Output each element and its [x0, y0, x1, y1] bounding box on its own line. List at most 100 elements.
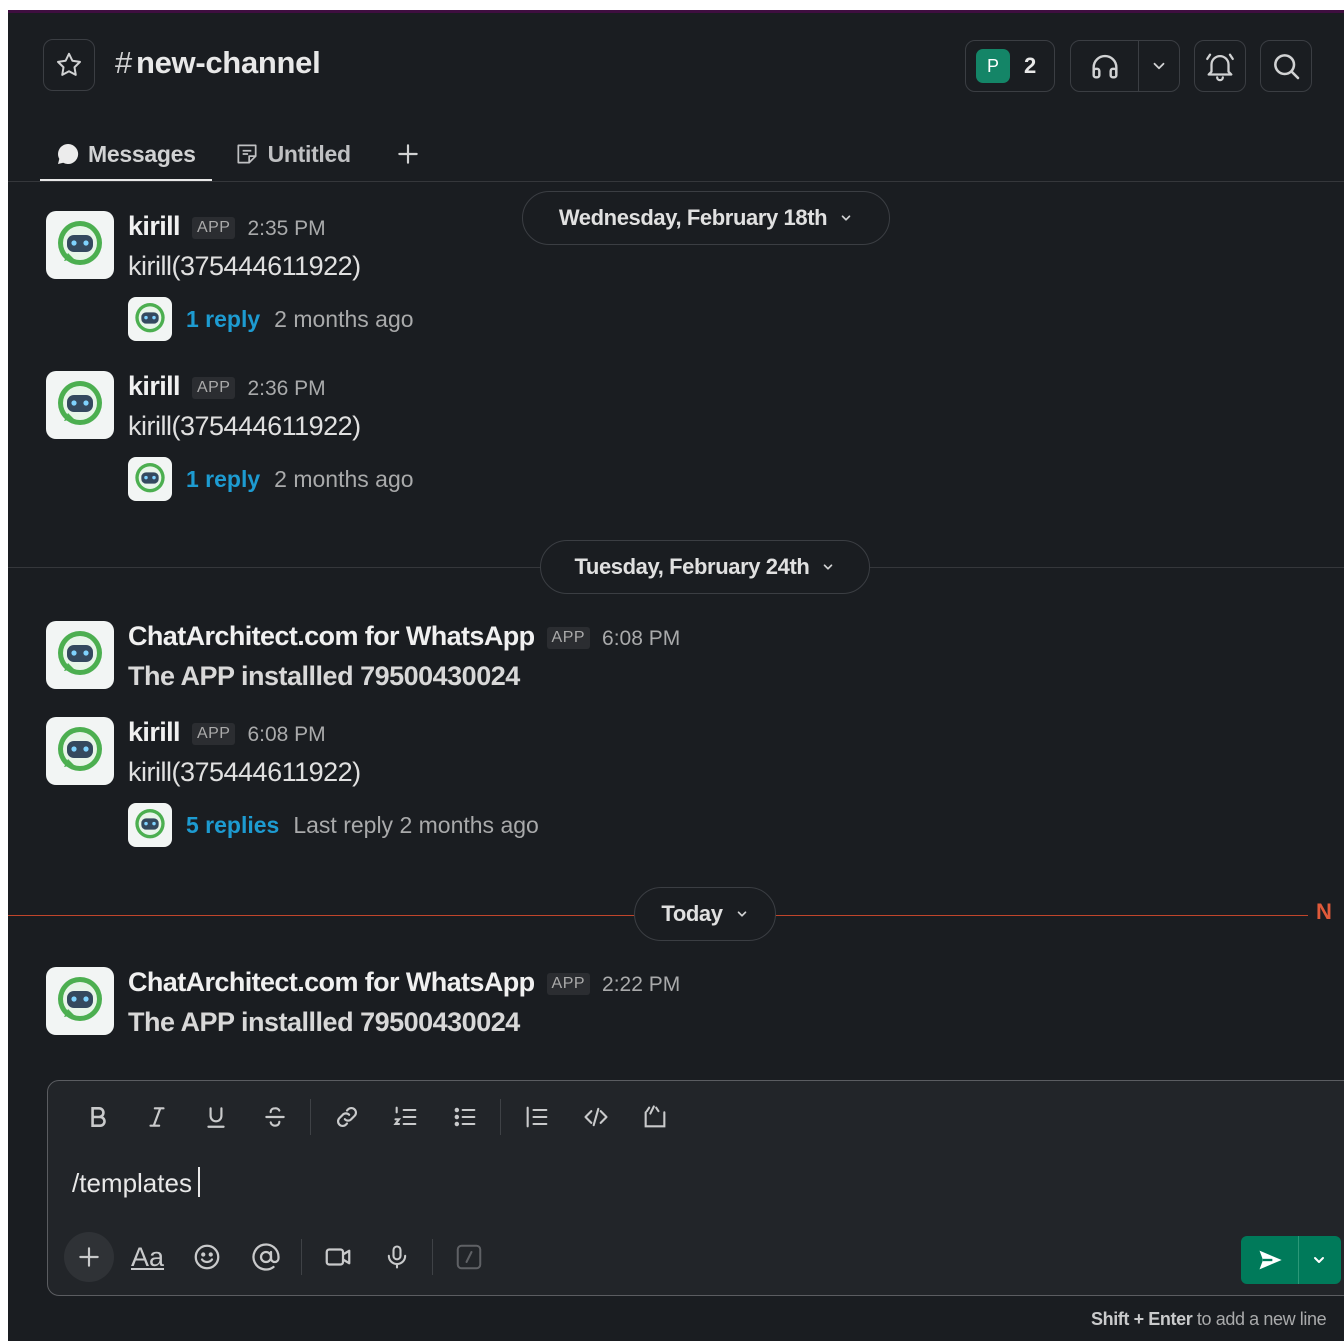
thread-summary[interactable]: 5 replies Last reply 2 months ago — [128, 803, 539, 847]
at-icon — [251, 1243, 280, 1271]
message-header: ChatArchitect.com for WhatsApp APP 6:08 … — [128, 621, 680, 651]
italic-button[interactable] — [127, 1095, 186, 1139]
members-button[interactable]: P 2 — [965, 40, 1055, 92]
bold-button[interactable] — [68, 1095, 127, 1139]
underline-icon — [206, 1107, 225, 1128]
sender-name[interactable]: ChatArchitect.com for WhatsApp — [128, 967, 535, 998]
sender-name[interactable]: kirill — [128, 211, 181, 242]
bot-avatar[interactable] — [46, 717, 114, 785]
message-time[interactable]: 6:08 PM — [602, 627, 680, 651]
chevron-down-icon — [1314, 1257, 1324, 1263]
hint-text: to add a new line — [1192, 1309, 1327, 1329]
sender-name[interactable]: ChatArchitect.com for WhatsApp — [128, 621, 535, 652]
replies-link[interactable]: 1 reply — [186, 466, 260, 493]
mention-button[interactable] — [236, 1231, 295, 1283]
message-time[interactable]: 2:22 PM — [602, 973, 680, 997]
message-text: kirill(375444611922) — [128, 251, 361, 281]
schedule-send-button[interactable] — [1299, 1236, 1339, 1284]
blockquote-icon — [526, 1106, 547, 1128]
date-divider-label: Tuesday, February 24th — [574, 554, 810, 579]
bulleted-list-button[interactable] — [435, 1095, 494, 1139]
send-icon — [1259, 1250, 1282, 1270]
link-icon — [336, 1107, 357, 1127]
bot-avatar[interactable] — [46, 621, 114, 689]
text-caret — [197, 1167, 200, 1197]
message-time[interactable]: 2:36 PM — [247, 377, 325, 401]
search-button[interactable] — [1260, 40, 1312, 92]
toolbar-separator — [301, 1239, 302, 1275]
bot-avatar[interactable] — [46, 967, 114, 1035]
ordered-list-button[interactable] — [376, 1095, 435, 1139]
message: kirill APP 6:08 PM kirill(375444611922) … — [46, 717, 1296, 857]
hint-keys: Shift + Enter — [1091, 1309, 1193, 1329]
huddle-options-button[interactable] — [1139, 41, 1179, 91]
tab-messages[interactable]: Messages — [40, 126, 212, 182]
blockquote-button[interactable] — [507, 1095, 566, 1139]
message-time[interactable]: 2:35 PM — [247, 217, 325, 241]
slash-command-icon — [456, 1244, 481, 1270]
add-tab-button[interactable] — [383, 126, 433, 182]
code-button[interactable] — [566, 1095, 625, 1139]
huddle-button[interactable] — [1071, 41, 1139, 91]
replies-link[interactable]: 5 replies — [186, 812, 279, 839]
message: kirill APP 2:35 PM kirill(375444611922) … — [46, 211, 1296, 351]
text-formatting-button[interactable]: Aa — [118, 1231, 177, 1283]
channel-hash: # — [115, 45, 132, 80]
bold-icon — [90, 1107, 106, 1127]
robot-avatar-icon — [58, 381, 102, 425]
app-badge: APP — [546, 973, 591, 995]
send-button[interactable] — [1241, 1236, 1299, 1284]
message-bubble-icon — [58, 143, 79, 164]
send-button-group — [1241, 1236, 1341, 1284]
slack-window: # new-channel P 2 Messages Untitled Wedn… — [8, 10, 1344, 1341]
tab-untitled[interactable]: Untitled — [212, 126, 367, 182]
tab-messages-label: Messages — [88, 140, 196, 167]
plus-icon — [398, 144, 418, 164]
shortcuts-button[interactable] — [439, 1231, 498, 1283]
headphones-icon — [1091, 54, 1118, 79]
star-channel-button[interactable] — [43, 39, 95, 91]
emoji-button[interactable] — [177, 1231, 236, 1283]
canvas-icon — [237, 144, 257, 164]
link-button[interactable] — [317, 1095, 376, 1139]
bot-avatar[interactable] — [46, 371, 114, 439]
composer-hint: Shift + Enter to add a new line — [1091, 1309, 1327, 1330]
reply-age: 2 months ago — [274, 305, 414, 332]
reply-avatar — [128, 457, 172, 501]
notifications-button[interactable] — [1194, 40, 1246, 92]
app-badge: APP — [191, 377, 236, 399]
underline-button[interactable] — [186, 1095, 245, 1139]
message-input[interactable]: /templates — [72, 1167, 200, 1199]
robot-avatar-icon — [135, 303, 165, 333]
bot-avatar[interactable] — [46, 211, 114, 279]
video-clip-button[interactable] — [308, 1231, 367, 1283]
strikethrough-icon — [264, 1107, 285, 1127]
replies-link[interactable]: 1 reply — [186, 306, 260, 333]
message-text: kirill(375444611922) — [128, 411, 361, 441]
huddle-button-group — [1070, 40, 1180, 92]
sender-name[interactable]: kirill — [128, 717, 181, 748]
thread-summary[interactable]: 1 reply 2 months ago — [128, 297, 414, 341]
formatting-toolbar — [68, 1095, 684, 1139]
code-block-button[interactable] — [625, 1095, 684, 1139]
thread-summary[interactable]: 1 reply 2 months ago — [128, 457, 414, 501]
strikethrough-button[interactable] — [245, 1095, 304, 1139]
chevron-down-icon — [1153, 62, 1165, 70]
message: ChatArchitect.com for WhatsApp APP 6:08 … — [46, 621, 1296, 701]
app-badge: APP — [191, 723, 236, 745]
message-time[interactable]: 6:08 PM — [247, 723, 325, 747]
message: ChatArchitect.com for WhatsApp APP 2:22 … — [46, 967, 1296, 1047]
date-divider[interactable]: Tuesday, February 24th — [540, 540, 870, 594]
star-icon — [57, 52, 81, 76]
audio-clip-button[interactable] — [367, 1231, 426, 1283]
sender-name[interactable]: kirill — [128, 371, 181, 402]
channel-title[interactable]: # new-channel — [115, 45, 321, 81]
toolbar-separator — [432, 1239, 433, 1275]
date-divider[interactable]: Today — [634, 887, 776, 941]
message-body: kirill APP 2:35 PM kirill(375444611922) — [128, 211, 361, 282]
app-badge: APP — [191, 217, 236, 239]
bell-icon — [1206, 53, 1234, 82]
channel-header: # new-channel P 2 Messages Untitled — [8, 13, 1344, 182]
date-divider-label: Today — [661, 901, 723, 926]
attach-button[interactable] — [64, 1232, 114, 1282]
